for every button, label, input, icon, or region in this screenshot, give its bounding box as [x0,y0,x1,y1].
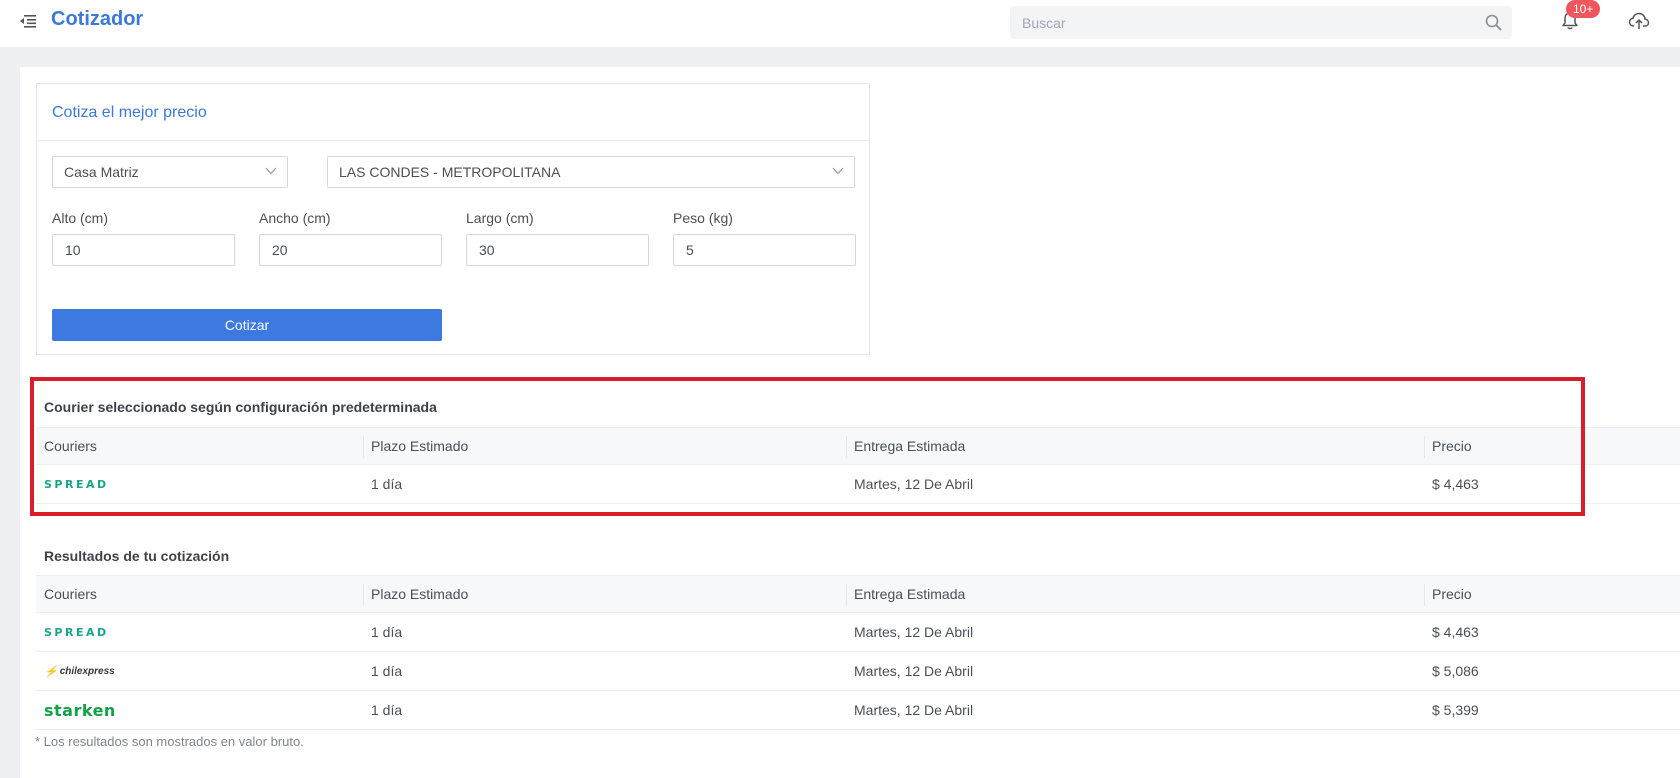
spread-logo: SPREAD [44,625,109,639]
courier-logo-chilexpress: ⚡ chilexpress [44,652,115,690]
courier-logo-spread: SPREAD [44,613,109,651]
quote-form-card: Cotiza el mejor precio Casa Matriz LAS C… [36,83,870,355]
plazo-cell: 1 día [371,702,403,718]
header-plazo: Plazo Estimado [371,586,469,602]
table-row[interactable]: starken 1 día Martes, 12 De Abril $ 5,39… [36,691,1680,730]
entrega-cell: Martes, 12 De Abril [854,702,974,718]
origin-select-value: Casa Matriz [64,164,139,180]
header-plazo: Plazo Estimado [371,438,469,454]
largo-label: Largo (cm) [466,210,534,226]
search-input[interactable] [1010,6,1482,39]
precio-cell: $ 4,463 [1432,624,1479,640]
chilexpress-logo-text: chilexpress [59,665,115,677]
alto-input[interactable] [52,234,235,266]
cloud-upload-icon[interactable] [1628,11,1650,31]
column-divider [363,436,364,458]
column-divider [363,584,364,606]
search-icon[interactable] [1485,14,1502,31]
chevron-down-icon [265,167,277,175]
table-header: Couriers Plazo Estimado Entrega Estimada… [36,575,1680,613]
spread-logo: SPREAD [44,477,109,491]
results-section: Resultados de tu cotización Couriers Pla… [36,536,1680,730]
destination-select[interactable]: LAS CONDES - METROPOLITANA [327,156,855,188]
header-couriers: Couriers [44,586,97,602]
precio-cell: $ 5,399 [1432,702,1479,718]
column-divider [846,436,847,458]
results-section-title: Resultados de tu cotización [44,548,230,564]
bolt-icon: ⚡ [44,665,58,678]
menu-fold-icon[interactable] [20,13,36,29]
card-divider [37,140,869,141]
destination-select-value: LAS CONDES - METROPOLITANA [339,164,561,180]
precio-cell: $ 4,463 [1432,476,1479,492]
table-row[interactable]: SPREAD 1 día Martes, 12 De Abril $ 4,463 [36,613,1680,652]
column-divider [1424,584,1425,606]
peso-label: Peso (kg) [673,210,733,226]
peso-input[interactable] [673,234,856,266]
plazo-cell: 1 día [371,663,403,679]
selected-section-title: Courier seleccionado según configuración… [44,399,437,415]
header-precio: Precio [1432,438,1472,454]
chilexpress-logo: ⚡ chilexpress [44,665,115,678]
chevron-down-icon [832,167,844,175]
header-couriers: Couriers [44,438,97,454]
plazo-cell: 1 día [371,624,403,640]
table-row[interactable]: SPREAD 1 día Martes, 12 De Abril $ 4,463 [36,465,1680,504]
selected-courier-section: Courier seleccionado según configuración… [36,387,1680,505]
header-entrega: Entrega Estimada [854,438,966,454]
ancho-label: Ancho (cm) [259,210,331,226]
column-divider [1424,436,1425,458]
top-bar: Cotizador 10+ [0,0,1680,47]
alto-label: Alto (cm) [52,210,108,226]
courier-logo-spread: SPREAD [44,465,109,503]
search-box[interactable] [1010,6,1512,39]
plazo-cell: 1 día [371,476,403,492]
quote-form-title: Cotiza el mejor precio [52,104,207,121]
ancho-input[interactable] [259,234,442,266]
largo-input[interactable] [466,234,649,266]
precio-cell: $ 5,086 [1432,663,1479,679]
app-title: Cotizador [51,8,144,30]
column-divider [846,584,847,606]
header-entrega: Entrega Estimada [854,586,966,602]
courier-logo-starken: starken [44,691,116,729]
starken-logo: starken [44,700,116,720]
entrega-cell: Martes, 12 De Abril [854,663,974,679]
table-header: Couriers Plazo Estimado Entrega Estimada… [36,427,1680,465]
cotizar-button[interactable]: Cotizar [52,309,442,341]
origin-select[interactable]: Casa Matriz [52,156,288,188]
entrega-cell: Martes, 12 De Abril [854,624,974,640]
footnote: * Los resultados son mostrados en valor … [35,734,304,749]
header-precio: Precio [1432,586,1472,602]
table-row[interactable]: ⚡ chilexpress 1 día Martes, 12 De Abril $… [36,652,1680,691]
entrega-cell: Martes, 12 De Abril [854,476,974,492]
notification-badge: 10+ [1566,0,1601,18]
